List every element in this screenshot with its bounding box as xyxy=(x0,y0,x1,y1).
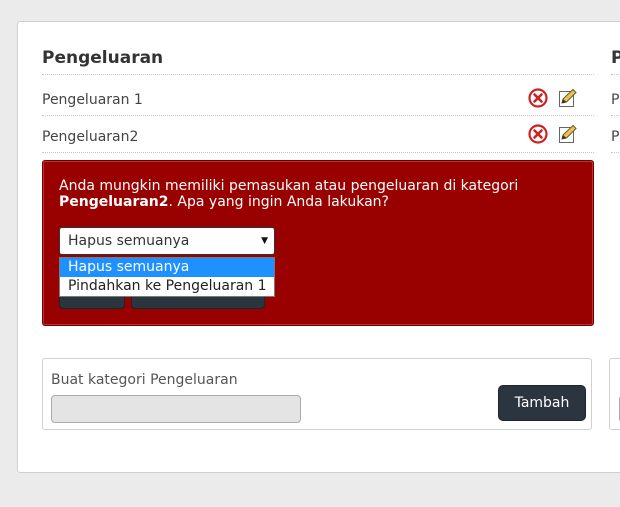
column-title-pengeluaran: Pengeluaran xyxy=(42,48,164,68)
divider xyxy=(42,152,594,153)
alert-message-suffix: . Apa yang ingin Anda lakukan? xyxy=(168,194,389,210)
triangle-down-icon: ▼ xyxy=(261,236,268,246)
alert-message: Anda mungkin memiliki pemasukan atau pen… xyxy=(59,178,579,210)
divider xyxy=(611,152,620,153)
category-item-label: Pengeluaran 1 xyxy=(42,92,143,108)
create-category-form-secondary xyxy=(609,358,620,430)
category-name-input[interactable] xyxy=(51,395,301,423)
delete-icon[interactable] xyxy=(528,124,548,144)
divider xyxy=(611,74,620,75)
column-title-pemasukan: P xyxy=(611,48,620,68)
edit-icon[interactable] xyxy=(558,124,578,144)
delete-icon[interactable] xyxy=(528,88,548,108)
edit-icon[interactable] xyxy=(558,88,578,108)
dropdown-option[interactable]: Hapus semuanya xyxy=(60,258,274,277)
create-category-label: Buat kategori Pengeluaran xyxy=(51,372,238,388)
action-select[interactable]: Hapus semuanya ▼ xyxy=(59,227,275,255)
action-select-dropdown: Hapus semuanya Pindahkan ke Pengeluaran … xyxy=(59,257,275,297)
category-item-label: Pengeluaran2 xyxy=(42,129,139,145)
add-category-button[interactable]: Tambah xyxy=(498,385,586,421)
alert-message-prefix: Anda mungkin memiliki pemasukan atau pen… xyxy=(59,178,519,194)
alert-category-name: Pengeluaran2 xyxy=(59,194,169,210)
delete-category-alert: Anda mungkin memiliki pemasukan atau pen… xyxy=(42,160,594,326)
category-item-label: P xyxy=(611,92,620,108)
create-category-form: Buat kategori Pengeluaran Tambah xyxy=(42,358,592,430)
divider xyxy=(42,115,594,116)
divider xyxy=(611,115,620,116)
action-select-value: Hapus semuanya xyxy=(68,233,190,249)
category-item-label: P xyxy=(611,129,620,145)
dropdown-option[interactable]: Pindahkan ke Pengeluaran 1 xyxy=(60,277,274,296)
divider xyxy=(42,74,594,75)
